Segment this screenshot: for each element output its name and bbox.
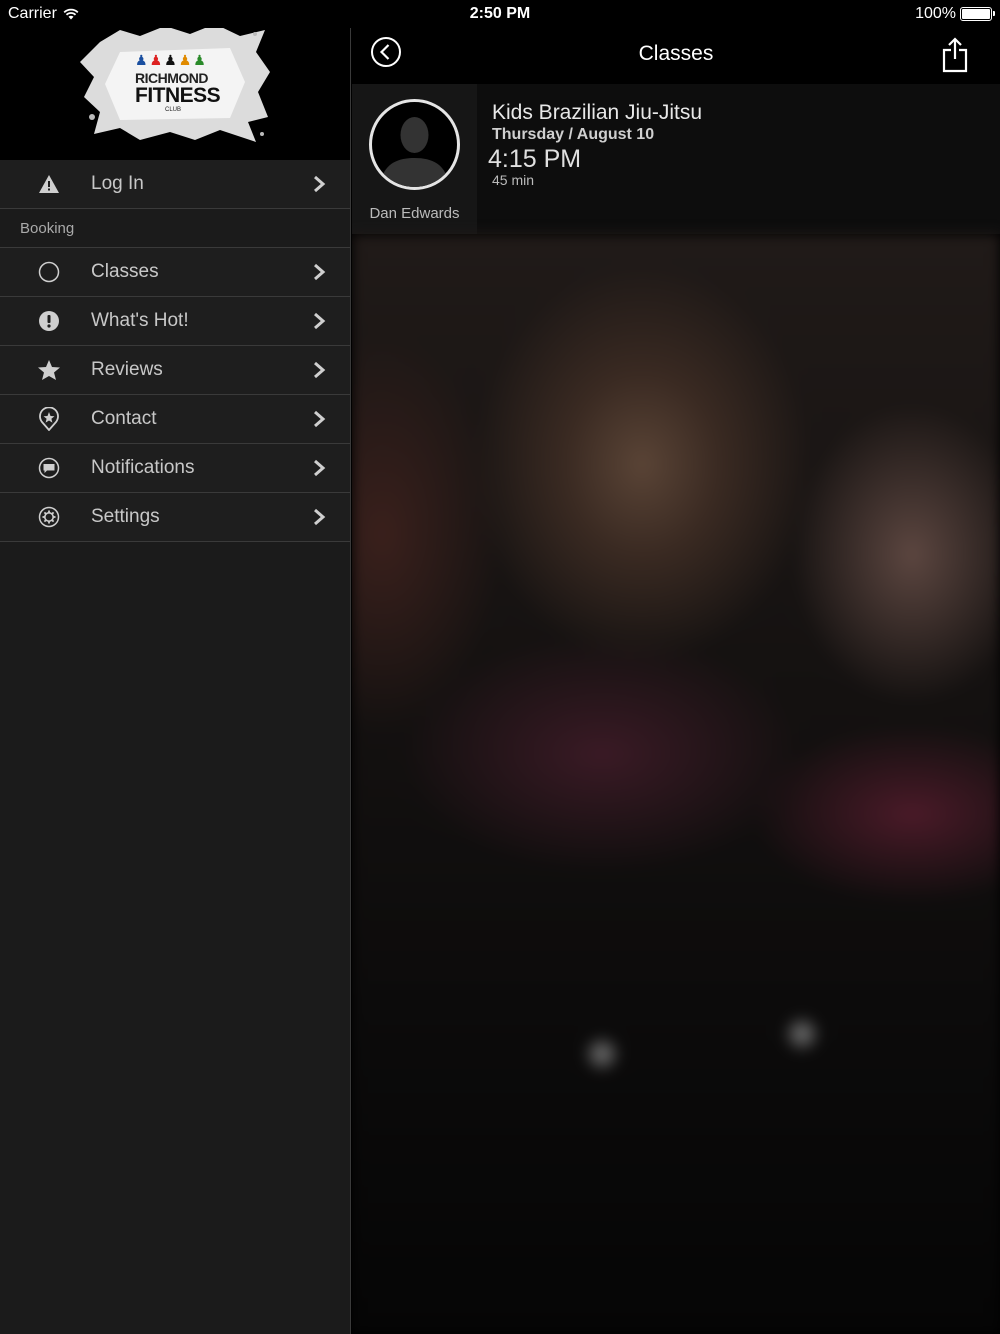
class-card[interactable]: Dan Edwards Kids Brazilian Jiu-Jitsu Thu… (352, 84, 1000, 234)
class-title: Kids Brazilian Jiu-Jitsu (492, 101, 703, 124)
sidebar-item-contact[interactable]: Contact (0, 395, 350, 444)
battery-icon (960, 7, 995, 21)
sidebar-item-label: Contact (91, 408, 157, 429)
circle-icon (36, 259, 62, 285)
status-bar: Carrier 2:50 PM 100% (0, 0, 1000, 28)
logo-line-2: FITNESS (135, 84, 221, 107)
chevron-right-icon (314, 508, 326, 526)
chevron-right-icon (314, 175, 326, 193)
class-duration: 45 min (492, 172, 535, 188)
sidebar-item-classes[interactable]: Classes (0, 248, 350, 297)
chevron-right-icon (314, 459, 326, 477)
logo-figures-icon: ♟♟♟♟♟ (135, 52, 208, 68)
sidebar-item-label: What's Hot! (91, 310, 189, 331)
status-time: 2:50 PM (469, 5, 531, 22)
club-logo: ♟♟♟♟♟ RICHMOND FITNESS CLUB (80, 22, 270, 142)
class-time: 4:15 PM (488, 145, 582, 173)
main-panel: Classes Dan Edwards Kids Brazilian Jiu-J… (352, 0, 1000, 1334)
gear-icon (36, 504, 62, 530)
sidebar-item-label: Settings (91, 506, 160, 527)
person-silhouette-icon (380, 117, 449, 187)
chevron-right-icon (314, 361, 326, 379)
page-title: Classes (638, 42, 714, 65)
chevron-right-icon (314, 263, 326, 281)
logo-line-3: CLUB (165, 107, 182, 113)
sidebar-item-label: Reviews (91, 359, 163, 380)
sidebar-item-reviews[interactable]: Reviews (0, 346, 350, 395)
sidebar-item-label: Notifications (91, 457, 195, 478)
star-icon (36, 357, 62, 383)
sidebar-item-login[interactable]: Log In (0, 160, 350, 209)
exclamation-icon (36, 308, 62, 334)
sidebar-item-settings[interactable]: Settings (0, 493, 350, 542)
avatar (369, 99, 460, 190)
sidebar-item-label: Classes (91, 261, 159, 282)
section-label-booking: Booking (0, 209, 350, 248)
sidebar-item-label: Log In (91, 173, 144, 194)
chevron-right-icon (314, 312, 326, 330)
class-date: Thursday / August 10 (492, 126, 655, 143)
instructor-name: Dan Edwards (369, 205, 460, 222)
battery-percent: 100% (915, 5, 956, 22)
instructor-panel: Dan Edwards (352, 84, 477, 234)
location-pin-icon (36, 406, 62, 432)
share-icon[interactable] (942, 37, 968, 73)
nav-bar: Classes (352, 28, 1000, 84)
warning-icon (36, 171, 62, 197)
chat-bubble-icon (36, 455, 62, 481)
sidebar-item-notifications[interactable]: Notifications (0, 444, 350, 493)
sidebar-item-whats-hot[interactable]: What's Hot! (0, 297, 350, 346)
chevron-right-icon (314, 410, 326, 428)
status-battery: 100% (915, 5, 995, 23)
sidebar: ♟♟♟♟♟ RICHMOND FITNESS CLUB Log In Booki… (0, 0, 351, 1334)
background-photo (352, 234, 1000, 1334)
